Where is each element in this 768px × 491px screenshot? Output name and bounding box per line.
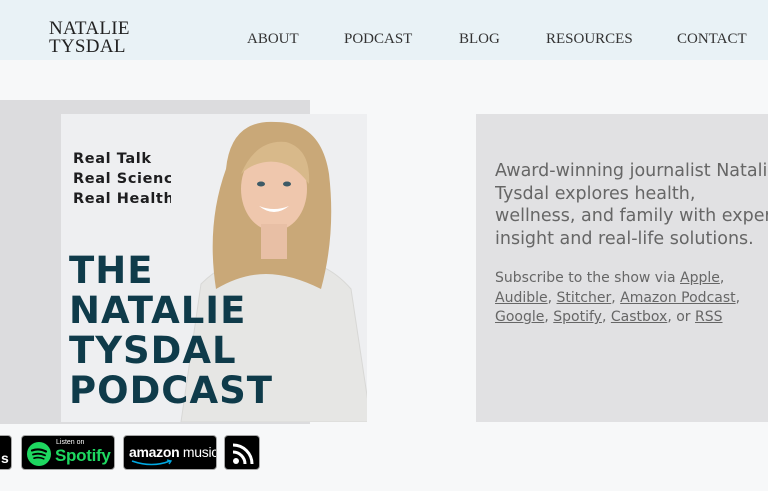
nav-blog[interactable]: BLOG: [459, 31, 500, 48]
tagline-line-3: Real Health: [73, 191, 175, 207]
amazon-smile-icon: [131, 459, 173, 466]
main-nav: ABOUT PODCAST BLOG RESOURCES CONTACT: [0, 31, 768, 51]
amazon-badge-wordmark: amazon music: [129, 444, 217, 460]
rss-icon: [232, 443, 254, 465]
subscribe-link-castbox[interactable]: Castbox: [611, 309, 667, 325]
rss-badge[interactable]: [224, 435, 260, 470]
subscribe-text: Subscribe to the show via Apple, Audible…: [495, 269, 765, 328]
nav-contact[interactable]: CONTACT: [677, 31, 747, 48]
subscribe-link-amazon-podcast[interactable]: Amazon Podcast: [620, 290, 736, 306]
subscribe-link-google[interactable]: Google: [495, 309, 544, 325]
subscribe-prefix: Subscribe to the show via: [495, 270, 681, 286]
nav-resources[interactable]: RESOURCES: [546, 31, 633, 48]
tagline-line-2: Real Science: [73, 171, 184, 187]
cover-title-line-4: PODCAST: [69, 369, 273, 412]
subscribe-link-spotify[interactable]: Spotify: [553, 309, 602, 325]
cover-tagline: Real Talk Real Science Real Health: [73, 149, 184, 209]
apple-badge-text: s: [1, 450, 9, 466]
cover-title: THE NATALIE TYSDAL PODCAST: [69, 251, 273, 411]
site-header: NATALIE TYSDAL ABOUT PODCAST BLOG RESOUR…: [0, 0, 768, 60]
podcast-description: Award-winning journalist Natalie Tysdal …: [495, 160, 768, 250]
separator: ,: [601, 309, 611, 325]
separator: ,: [735, 289, 741, 306]
apple-podcasts-badge[interactable]: s: [0, 435, 12, 470]
spotify-badge-name: Spotify: [55, 446, 111, 465]
separator: ,: [719, 270, 725, 286]
cover-title-line-3: TYSDAL: [69, 329, 237, 372]
subscribe-link-audible[interactable]: Audible: [495, 290, 548, 306]
cover-title-line-1: THE: [69, 249, 154, 292]
amazon-music-badge[interactable]: amazon music: [123, 435, 217, 470]
podcast-info-panel: Award-winning journalist Natalie Tysdal …: [476, 114, 768, 422]
separator: ,: [547, 289, 557, 306]
music-word: music: [182, 444, 217, 460]
nav-podcast[interactable]: PODCAST: [344, 31, 412, 48]
description-line-2: Tysdal explores health,: [495, 183, 696, 204]
nav-about[interactable]: ABOUT: [247, 31, 299, 48]
separator-or: , or: [667, 309, 695, 325]
amazon-word: amazon: [129, 444, 180, 460]
subscribe-link-stitcher[interactable]: Stitcher: [557, 290, 612, 306]
description-line-4: insight and real-life solutions.: [495, 228, 754, 249]
spotify-badge[interactable]: Listen on Spotify: [21, 435, 115, 470]
cover-title-line-2: NATALIE: [69, 289, 247, 332]
separator: ,: [611, 289, 621, 306]
description-line-3: wellness, and family with expert: [495, 206, 768, 226]
spotify-icon: [27, 442, 51, 466]
spotify-badge-caption: Listen on: [56, 439, 85, 446]
tagline-line-1: Real Talk: [73, 151, 152, 167]
podcast-cover-art: Real Talk Real Science Real Health THE N…: [61, 114, 367, 422]
description-line-1: Award-winning journalist Natalie: [495, 161, 768, 181]
separator: ,: [544, 309, 554, 325]
subscribe-link-rss[interactable]: RSS: [695, 309, 723, 325]
subscribe-link-apple[interactable]: Apple: [680, 270, 720, 286]
